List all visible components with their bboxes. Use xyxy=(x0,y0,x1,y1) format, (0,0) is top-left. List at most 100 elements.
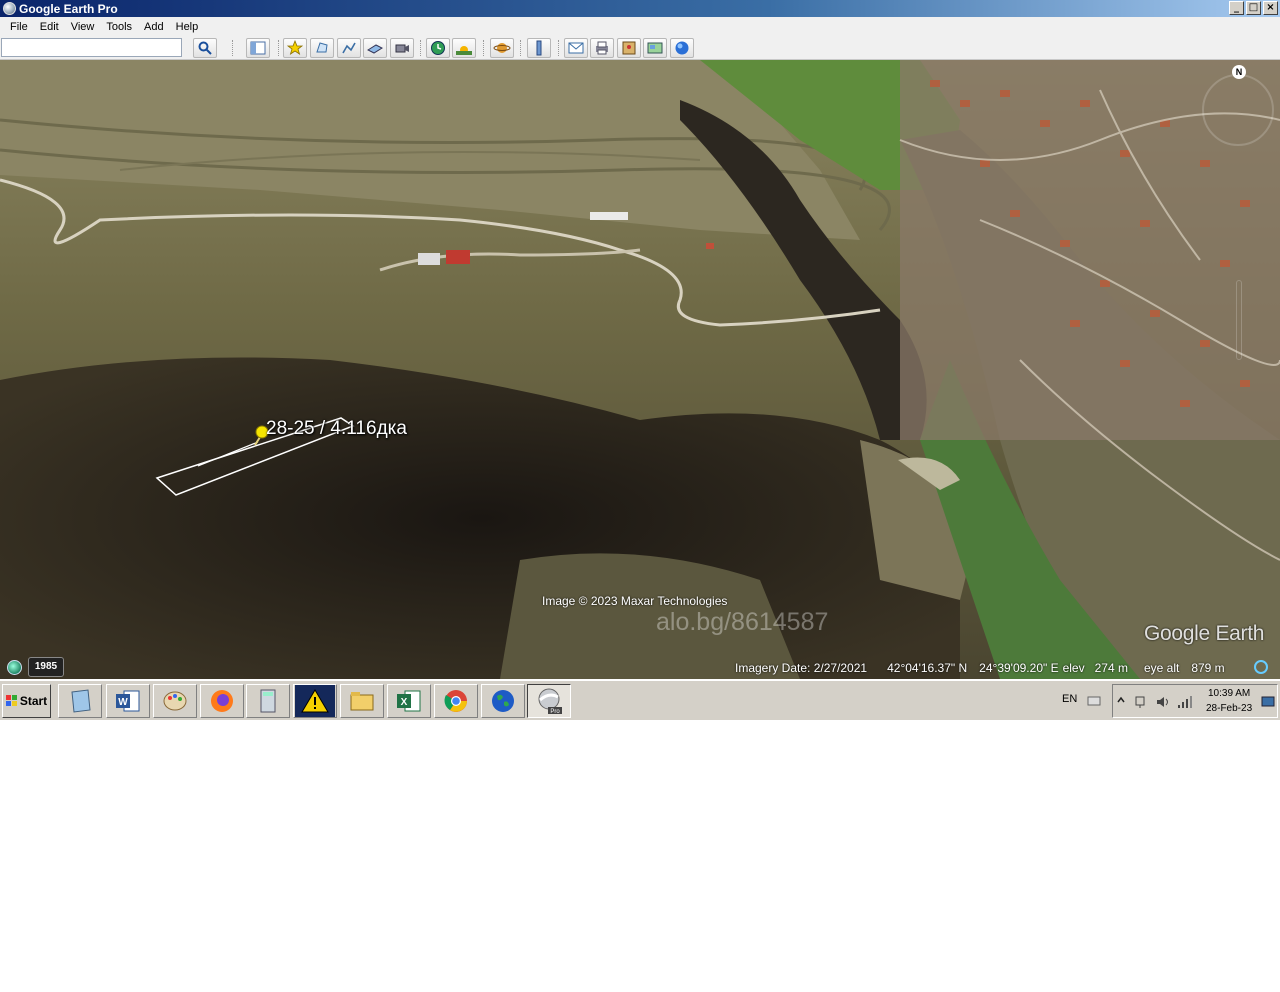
planets-button[interactable] xyxy=(490,38,514,58)
record-tour-icon xyxy=(395,44,409,53)
save-image-button[interactable] xyxy=(617,38,641,58)
print-icon xyxy=(596,41,608,55)
longitude: 24°39'09.20" E xyxy=(979,661,1059,675)
taskbar-warning[interactable] xyxy=(293,684,337,718)
navigation-control[interactable] xyxy=(1202,74,1274,146)
imagery-attribution: Image © 2023 Maxar Technologies xyxy=(542,594,728,608)
toolbar xyxy=(0,36,1280,60)
globe-icon xyxy=(492,690,514,712)
clock-date[interactable]: 28-Feb-23 xyxy=(1206,703,1252,714)
eye-altitude-value: 879 m xyxy=(1191,661,1225,675)
path-icon xyxy=(342,42,356,54)
clock-icon[interactable] xyxy=(7,660,22,675)
menu-bar: File Edit View Tools Add Help xyxy=(0,17,1280,36)
earth-globe-icon xyxy=(675,41,689,55)
email-icon xyxy=(568,42,584,54)
paint-icon xyxy=(163,691,187,711)
window-controls: _ □ × xyxy=(1229,1,1278,15)
polygon-icon xyxy=(316,42,328,53)
clock-time[interactable]: 10:39 AM xyxy=(1208,688,1250,699)
firefox-icon xyxy=(211,690,233,712)
google-earth-pro-icon: Pro xyxy=(538,688,562,715)
record-tour-button[interactable] xyxy=(390,38,414,58)
folder-icon xyxy=(350,692,374,711)
menu-edit[interactable]: Edit xyxy=(34,21,65,33)
menu-view[interactable]: View xyxy=(65,21,101,33)
window-title: Google Earth Pro xyxy=(19,1,118,16)
zoom-slider[interactable] xyxy=(1236,280,1242,360)
show-desktop-icon[interactable] xyxy=(1261,696,1275,708)
volume-icon[interactable] xyxy=(1155,695,1171,709)
north-indicator[interactable]: N xyxy=(1232,65,1246,79)
google-earth-logo: Google Earth xyxy=(1144,622,1265,645)
menu-add[interactable]: Add xyxy=(138,21,170,33)
earth-3d-view[interactable]: 28-25 / 4.116дка Image © 2023 Maxar Tech… xyxy=(0,60,1280,679)
elevation-value: 274 m xyxy=(1094,661,1128,675)
add-placemark-button[interactable] xyxy=(283,38,307,58)
historical-year-box[interactable]: 1985 xyxy=(28,657,64,677)
eye-altitude-label: eye alt xyxy=(1143,661,1180,675)
view-in-maps-icon xyxy=(647,42,663,54)
sunlight-button[interactable] xyxy=(452,38,476,58)
close-button[interactable]: × xyxy=(1263,1,1278,15)
sidebar-toggle-button[interactable] xyxy=(246,38,270,58)
taskbar-paint[interactable] xyxy=(153,684,197,718)
earth-button[interactable] xyxy=(670,38,694,58)
search-input[interactable] xyxy=(1,38,182,57)
imagery-date: Imagery Date: 2/27/2021 xyxy=(735,661,868,675)
svg-text:X: X xyxy=(401,697,408,708)
planets-icon xyxy=(493,43,511,53)
ruler-button[interactable] xyxy=(527,38,551,58)
elevation-label: elev xyxy=(1062,661,1085,675)
google-earth-window: Google Earth Pro _ □ × File Edit View To… xyxy=(0,0,1280,720)
taskbar-excel[interactable]: X xyxy=(387,684,431,718)
taskbar-chrome[interactable] xyxy=(434,684,478,718)
menu-help[interactable]: Help xyxy=(170,21,205,33)
network-icon[interactable] xyxy=(1133,695,1147,709)
start-label: Start xyxy=(19,694,48,708)
view-in-maps-button[interactable] xyxy=(643,38,667,58)
menu-file[interactable]: File xyxy=(4,21,34,33)
taskbar-globe[interactable] xyxy=(481,684,525,718)
status-bar: Imagery Date: 2/27/2021 42°04'16.37" N 2… xyxy=(735,661,1229,675)
taskbar-firefox[interactable] xyxy=(200,684,244,718)
watermark: alo.bg/8614587 xyxy=(656,608,829,636)
windows-logo-icon xyxy=(5,695,18,707)
excel-icon: X xyxy=(397,690,421,712)
chevron-up-icon[interactable] xyxy=(1117,696,1125,706)
save-image-icon xyxy=(622,41,636,55)
start-button[interactable]: Start xyxy=(2,684,51,718)
signal-icon[interactable] xyxy=(1177,695,1193,709)
taskbar-word[interactable]: W xyxy=(106,684,150,718)
menu-tools[interactable]: Tools xyxy=(100,21,138,33)
warning-icon xyxy=(295,685,335,717)
word-icon: W xyxy=(116,690,140,712)
search-icon xyxy=(198,41,212,55)
chrome-icon xyxy=(444,690,467,712)
sidebar-icon xyxy=(250,41,266,55)
add-polygon-button[interactable] xyxy=(310,38,334,58)
add-path-button[interactable] xyxy=(337,38,361,58)
svg-text:Pro: Pro xyxy=(550,709,560,715)
keyboard-icon[interactable] xyxy=(1087,695,1101,707)
placemark-label[interactable]: 28-25 / 4.116дка xyxy=(266,418,407,440)
taskbar-google-earth-pro[interactable]: Pro xyxy=(527,684,571,718)
add-image-overlay-button[interactable] xyxy=(363,38,387,58)
taskbar-calculator[interactable] xyxy=(246,684,290,718)
taskbar-explorer[interactable] xyxy=(58,684,102,718)
language-indicator[interactable]: EN xyxy=(1062,693,1077,705)
taskbar: Start W X Pro EN 10:39 AM 28-Feb-23 xyxy=(0,680,1280,720)
streaming-indicator-icon xyxy=(1254,660,1268,674)
email-button[interactable] xyxy=(564,38,588,58)
calculator-icon xyxy=(260,689,276,713)
sunlight-icon xyxy=(456,46,472,55)
maximize-button[interactable]: □ xyxy=(1246,1,1261,15)
system-tray xyxy=(1087,684,1278,718)
minimize-button[interactable]: _ xyxy=(1229,1,1244,15)
search-button[interactable] xyxy=(193,38,217,58)
title-bar: Google Earth Pro _ □ × xyxy=(0,0,1280,17)
print-button[interactable] xyxy=(590,38,614,58)
historical-imagery-button[interactable] xyxy=(426,38,450,58)
taskbar-folder[interactable] xyxy=(340,684,384,718)
svg-text:W: W xyxy=(118,697,128,708)
